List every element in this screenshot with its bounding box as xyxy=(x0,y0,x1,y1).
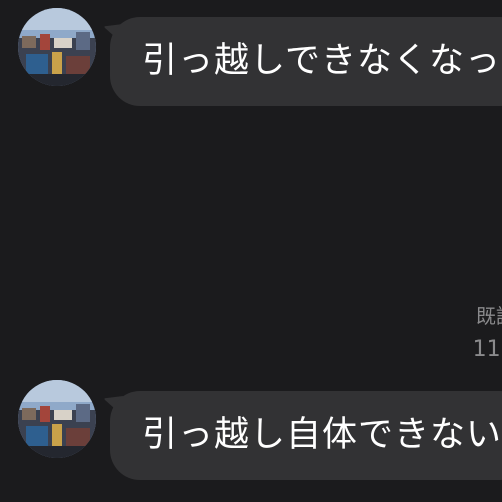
avatar-photo-icon xyxy=(18,8,96,86)
avatar-photo-icon xyxy=(18,380,96,458)
read-receipt: 既読 xyxy=(476,304,502,328)
message-bubble[interactable]: 引っ越しできなくなっ xyxy=(110,17,502,106)
message-bubble[interactable]: 引っ越し自体できない xyxy=(110,391,502,480)
message-timestamp: 11:4 xyxy=(472,337,502,362)
sender-avatar[interactable] xyxy=(18,380,96,458)
message-text: 引っ越しできなくなっ xyxy=(142,41,501,81)
sender-avatar[interactable] xyxy=(18,8,96,86)
chat-thread: 引っ越しできなくなっ 既読 11:4 引っ越し自体できない xyxy=(0,0,502,502)
message-text: 引っ越し自体できない xyxy=(142,415,502,455)
